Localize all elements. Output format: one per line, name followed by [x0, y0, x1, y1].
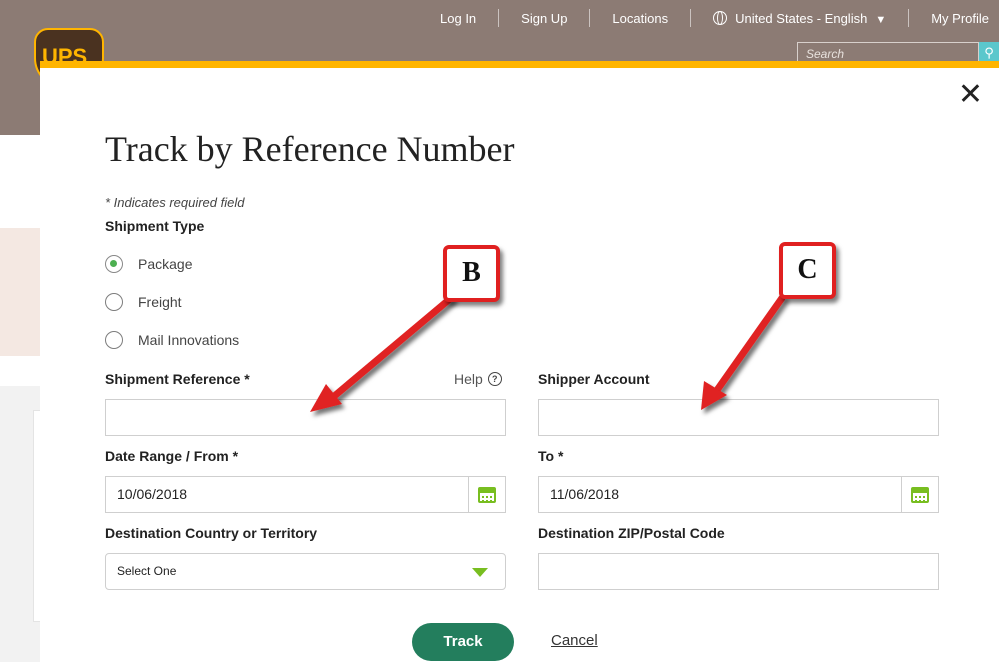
track-modal: ✕ Track by Reference Number * Indicates … [40, 61, 999, 662]
destination-country-select[interactable]: Select One [105, 553, 506, 590]
globe-icon [713, 10, 728, 25]
chevron-down-icon: ▼ [875, 13, 887, 26]
radio-package[interactable]: Package [105, 255, 192, 273]
destination-country-label: Destination Country or Territory [105, 525, 318, 541]
shipment-reference-label: Shipment Reference * [105, 371, 250, 387]
radio-label: Mail Innovations [138, 332, 240, 348]
required-note: * Indicates required field [105, 195, 245, 210]
language-label: United States - English [735, 10, 868, 26]
help-link[interactable]: Help? [454, 371, 502, 387]
radio-label: Package [138, 256, 193, 272]
date-from-input[interactable]: 10/06/2018 [105, 476, 506, 513]
close-icon[interactable]: ✕ [958, 80, 983, 110]
locations-link[interactable]: Locations [590, 11, 690, 26]
shipper-account-label: Shipper Account [538, 371, 650, 387]
calendar-icon [478, 486, 496, 503]
shipment-type-label: Shipment Type [105, 218, 205, 234]
destination-zip-label: Destination ZIP/Postal Code [538, 525, 725, 541]
calendar-button[interactable] [901, 477, 938, 512]
background-band [0, 228, 40, 356]
date-to-label: To * [538, 448, 564, 464]
track-button[interactable]: Track [412, 623, 514, 661]
date-to-input[interactable]: 11/06/2018 [538, 476, 939, 513]
calendar-icon [911, 486, 929, 503]
top-nav: Log In Sign Up Locations United States -… [418, 0, 999, 36]
modal-title: Track by Reference Number [105, 129, 515, 169]
help-icon: ? [487, 372, 502, 386]
date-from-value: 10/06/2018 [117, 486, 188, 502]
shipment-reference-input[interactable] [105, 399, 506, 436]
radio-freight[interactable]: Freight [105, 293, 182, 311]
cancel-link[interactable]: Cancel [551, 632, 598, 649]
login-link[interactable]: Log In [418, 11, 498, 26]
annotation-c: C [779, 242, 836, 299]
radio-button[interactable] [105, 331, 123, 349]
radio-button-selected[interactable] [105, 255, 123, 273]
date-to-value: 11/06/2018 [550, 486, 620, 502]
radio-button[interactable] [105, 293, 123, 311]
help-label: Help [454, 371, 483, 387]
destination-country-value: Select One [117, 564, 177, 578]
profile-link[interactable]: My Profile [909, 11, 999, 26]
dropdown-caret-icon [472, 568, 488, 577]
shipper-account-input[interactable] [538, 399, 939, 436]
annotation-b: B [443, 245, 500, 302]
signup-link[interactable]: Sign Up [499, 11, 589, 26]
language-selector[interactable]: United States - English ▼ [691, 10, 908, 26]
destination-zip-input[interactable] [538, 553, 939, 590]
radio-mail-innovations[interactable]: Mail Innovations [105, 331, 239, 349]
calendar-button[interactable] [468, 477, 505, 512]
date-from-label: Date Range / From * [105, 448, 239, 464]
radio-label: Freight [138, 294, 182, 310]
